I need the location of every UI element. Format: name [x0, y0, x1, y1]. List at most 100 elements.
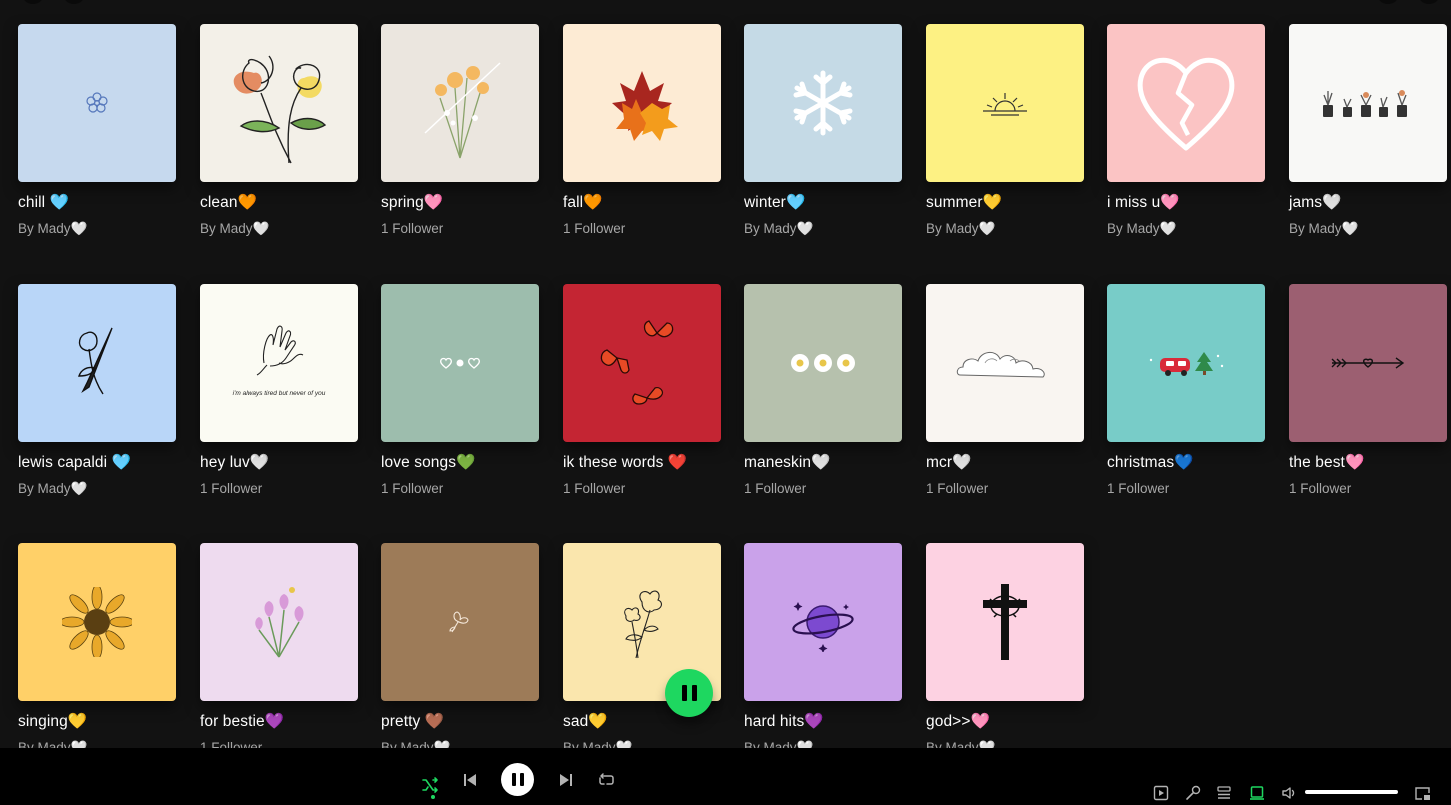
- playlist-cover[interactable]: [1289, 284, 1447, 442]
- playlist-title[interactable]: love songs💚: [381, 453, 541, 472]
- playlist-card[interactable]: ik these words ❤️ 1 Follower: [563, 284, 723, 496]
- playlist-cover[interactable]: [744, 24, 902, 182]
- playlist-title[interactable]: fall🧡: [563, 193, 723, 212]
- playlist-title[interactable]: ik these words ❤️: [563, 453, 723, 472]
- volume-slider[interactable]: [1305, 790, 1398, 794]
- playlist-card[interactable]: chill 🩵 By Mady🤍: [18, 24, 178, 237]
- playlist-card[interactable]: mcr🤍 1 Follower: [926, 284, 1086, 496]
- playlist-card[interactable]: hard hits💜 By Mady🤍: [744, 543, 904, 748]
- playlist-cover[interactable]: [18, 24, 176, 182]
- playlist-title[interactable]: jams🤍: [1289, 193, 1449, 212]
- playlist-grid: chill 🩵 By Mady🤍 clean🧡 By Mady🤍 spring🩷 1 Fo…: [0, 0, 1451, 748]
- back-button-edge[interactable]: [22, 0, 44, 4]
- playlist-card[interactable]: christmas💙 1 Follower: [1107, 284, 1267, 496]
- mute-button[interactable]: [1279, 783, 1299, 803]
- queue-icon: [1217, 786, 1231, 799]
- line-flowers-icon: [209, 38, 349, 168]
- playlist-cover[interactable]: [1289, 24, 1447, 182]
- playlist-subtitle: 1 Follower: [200, 740, 263, 748]
- shuffle-button[interactable]: [420, 771, 440, 799]
- playlist-cover[interactable]: [200, 543, 358, 701]
- line-flower-icon: [612, 582, 672, 662]
- playlist-title[interactable]: lewis capaldi 🩵: [18, 453, 178, 472]
- play-pause-button[interactable]: [501, 763, 534, 796]
- queue-button[interactable]: [1214, 783, 1234, 803]
- playlist-title[interactable]: summer💛: [926, 193, 1086, 212]
- cloud-icon: [955, 343, 1055, 383]
- playlist-card[interactable]: winter🩵 By Mady🤍: [744, 24, 904, 237]
- profile-avatar-edge[interactable]: [1418, 0, 1440, 4]
- playlist-card[interactable]: the best🩷 1 Follower: [1289, 284, 1449, 496]
- playlist-card[interactable]: lewis capaldi 🩵 By Mady🤍: [18, 284, 178, 497]
- playlist-title[interactable]: mcr🤍: [926, 453, 1086, 472]
- now-playing-view-button[interactable]: [1151, 783, 1171, 803]
- lyrics-button[interactable]: [1183, 783, 1203, 803]
- playlist-title[interactable]: clean🧡: [200, 193, 360, 212]
- playlist-cover[interactable]: [1107, 24, 1265, 182]
- playlist-cover[interactable]: [744, 543, 902, 701]
- playlist-cover[interactable]: [563, 284, 721, 442]
- repeat-button[interactable]: [596, 770, 616, 790]
- playlist-cover[interactable]: [563, 543, 721, 717]
- playlist-cover[interactable]: [18, 284, 176, 442]
- playlist-title[interactable]: god>>🩷: [926, 712, 1086, 731]
- playlist-cover[interactable]: [926, 543, 1084, 701]
- next-button[interactable]: [556, 770, 576, 790]
- pause-playlist-button[interactable]: [665, 669, 713, 717]
- playlist-title[interactable]: chill 🩵: [18, 193, 178, 212]
- playlist-cover[interactable]: [926, 284, 1084, 442]
- playlist-card[interactable]: love songs💚 1 Follower: [381, 284, 541, 496]
- playlist-card[interactable]: i miss u🩷 By Mady🤍: [1107, 24, 1267, 237]
- playlist-cover[interactable]: [563, 24, 721, 182]
- playlist-subtitle: By Mady🤍: [18, 221, 88, 236]
- playlist-card[interactable]: jams🤍 By Mady🤍: [1289, 24, 1449, 237]
- volume-icon: [1281, 787, 1294, 799]
- playlist-title[interactable]: christmas💙: [1107, 453, 1267, 472]
- playlist-title[interactable]: pretty 🤎: [381, 712, 541, 731]
- playlist-card[interactable]: singing💛 By Mady🤍: [18, 543, 178, 748]
- playlist-title[interactable]: maneskin🤍: [744, 453, 904, 472]
- playlist-title[interactable]: i miss u🩷: [1107, 193, 1267, 212]
- playlist-card[interactable]: pretty 🤎 By Mady🤍: [381, 543, 541, 748]
- playlist-title[interactable]: winter🩵: [744, 193, 904, 212]
- playlist-cover[interactable]: [926, 24, 1084, 182]
- playlist-card[interactable]: i'm always tired but never of you hey luv…: [200, 284, 360, 496]
- playlist-cover[interactable]: [381, 543, 539, 701]
- notifications-button-edge[interactable]: [1377, 0, 1399, 4]
- playlist-cover[interactable]: i'm always tired but never of you: [200, 284, 358, 442]
- playlist-card[interactable]: spring🩷 1 Follower: [381, 24, 541, 236]
- playlist-subtitle: 1 Follower: [1107, 481, 1170, 496]
- playlist-card[interactable]: sad💛 By Mady🤍: [563, 543, 723, 748]
- shuffle-icon: [422, 777, 438, 793]
- playlist-card[interactable]: for bestie💜 1 Follower: [200, 543, 360, 748]
- playlist-card[interactable]: fall🧡 1 Follower: [563, 24, 723, 236]
- skip-back-icon: [464, 774, 476, 786]
- playlist-title[interactable]: hey luv🤍: [200, 453, 360, 472]
- playlist-title[interactable]: hard hits💜: [744, 712, 904, 731]
- connect-device-button[interactable]: [1247, 783, 1267, 803]
- playlist-cover[interactable]: [744, 284, 902, 442]
- playlist-cover[interactable]: [1107, 284, 1265, 442]
- playlist-cover[interactable]: [381, 24, 539, 182]
- playlist-cover[interactable]: [200, 24, 358, 182]
- miniplayer-button[interactable]: [1412, 783, 1432, 803]
- previous-button[interactable]: [460, 770, 480, 790]
- playlist-card[interactable]: maneskin🤍 1 Follower: [744, 284, 904, 496]
- playlist-title[interactable]: singing💛: [18, 712, 178, 731]
- playlist-card[interactable]: god>>🩷 By Mady🤍: [926, 543, 1086, 748]
- playlist-card[interactable]: clean🧡 By Mady🤍: [200, 24, 360, 237]
- playlist-title[interactable]: the best🩷: [1289, 453, 1449, 472]
- playlist-card[interactable]: summer💛 By Mady🤍: [926, 24, 1086, 237]
- hearts-icon: [438, 355, 482, 371]
- playlist-cover[interactable]: [381, 284, 539, 442]
- playlist-subtitle: By Mady🤍: [381, 740, 451, 748]
- playlist-title[interactable]: sad💛: [563, 712, 723, 731]
- playlist-title[interactable]: for bestie💜: [200, 712, 360, 731]
- miniplayer-icon: [1414, 786, 1430, 800]
- playlist-cover[interactable]: [18, 543, 176, 701]
- playlist-subtitle: 1 Follower: [563, 221, 626, 236]
- playlist-title[interactable]: spring🩷: [381, 193, 541, 212]
- repeat-icon: [598, 772, 614, 785]
- daisies-icon: [788, 351, 858, 375]
- forward-button-edge[interactable]: [63, 0, 85, 4]
